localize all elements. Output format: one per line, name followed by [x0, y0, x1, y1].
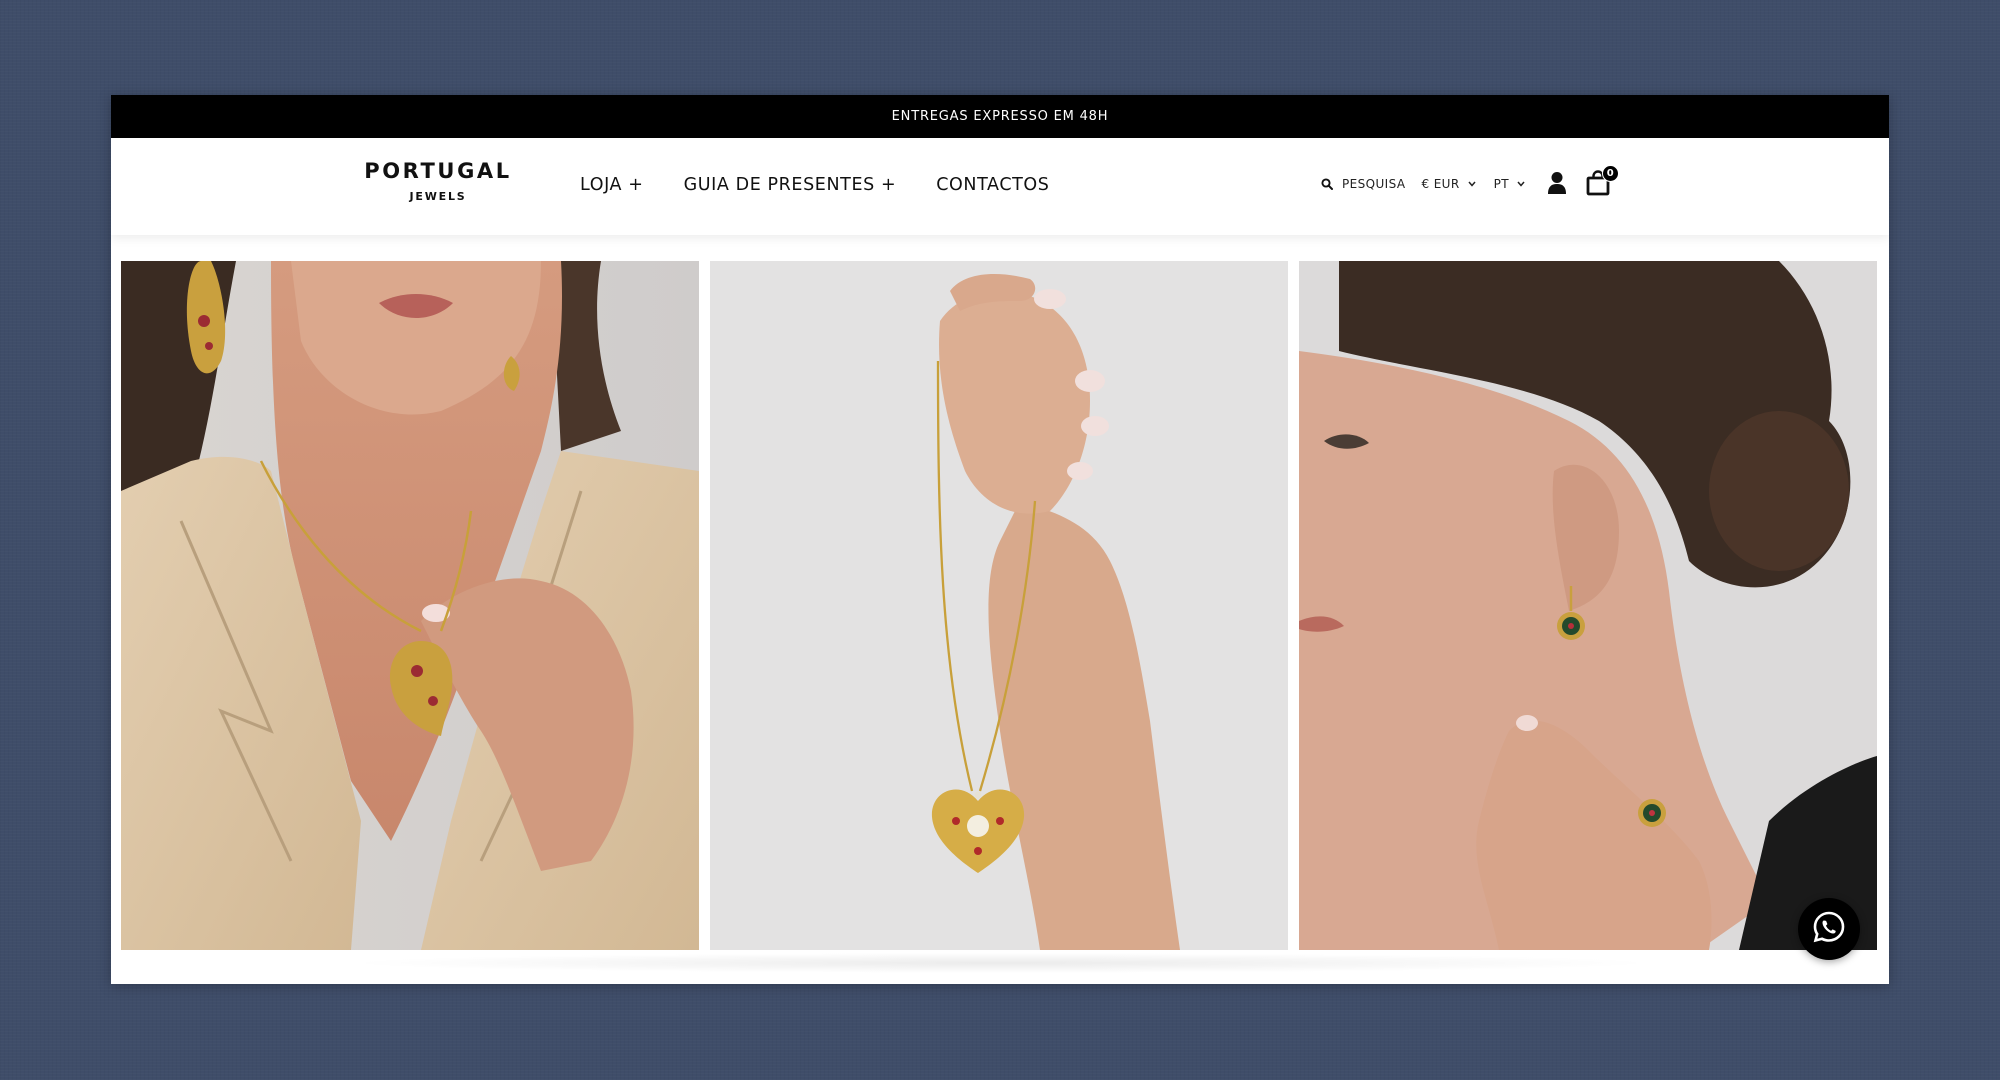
- nav-item-contactos[interactable]: CONTACTOS: [936, 175, 1049, 195]
- hero-gallery: [121, 261, 1877, 950]
- currency-selector[interactable]: € EUR: [1421, 177, 1476, 191]
- site-header: PORTUGAL JEWELS LOJA + GUIA DE PRESENTES…: [111, 138, 1889, 235]
- language-selector[interactable]: PT: [1494, 177, 1525, 191]
- whatsapp-button[interactable]: [1798, 898, 1860, 960]
- announcement-bar: ENTREGAS EXPRESSO EM 48H: [111, 95, 1889, 138]
- logo-subtitle: JEWELS: [409, 190, 467, 203]
- search-icon: [1321, 178, 1333, 190]
- content-shadow: [341, 953, 1661, 973]
- announcement-text: ENTREGAS EXPRESSO EM 48H: [891, 109, 1109, 124]
- photo-heart-pendant[interactable]: [710, 261, 1288, 950]
- currency-value: € EUR: [1421, 177, 1460, 191]
- chevron-down-icon: [1468, 181, 1476, 187]
- header-tools: PESQUISA € EUR PT 0: [1321, 164, 1619, 202]
- search-button[interactable]: PESQUISA: [1321, 177, 1405, 191]
- chevron-down-icon: [1517, 181, 1525, 187]
- site-logo[interactable]: PORTUGAL JEWELS: [363, 158, 513, 203]
- cart-button[interactable]: 0: [1586, 164, 1619, 199]
- cart-count-badge: 0: [1601, 164, 1619, 182]
- nav-item-guia-de-presentes[interactable]: GUIA DE PRESENTES +: [684, 175, 897, 195]
- logo-title: PORTUGAL: [364, 159, 512, 183]
- photo-earring-ring-model[interactable]: [1299, 261, 1877, 950]
- language-value: PT: [1493, 177, 1509, 191]
- photo-necklace-model[interactable]: [121, 261, 699, 950]
- browser-page: ENTREGAS EXPRESSO EM 48H PORTUGAL JEWELS…: [111, 95, 1889, 984]
- account-button[interactable]: [1547, 171, 1567, 198]
- whatsapp-icon: [1811, 909, 1847, 950]
- nav-item-loja[interactable]: LOJA +: [580, 175, 644, 195]
- main-nav: LOJA + GUIA DE PRESENTES + CONTACTOS: [580, 175, 1050, 195]
- user-icon: [1547, 171, 1567, 198]
- search-label: PESQUISA: [1342, 177, 1406, 191]
